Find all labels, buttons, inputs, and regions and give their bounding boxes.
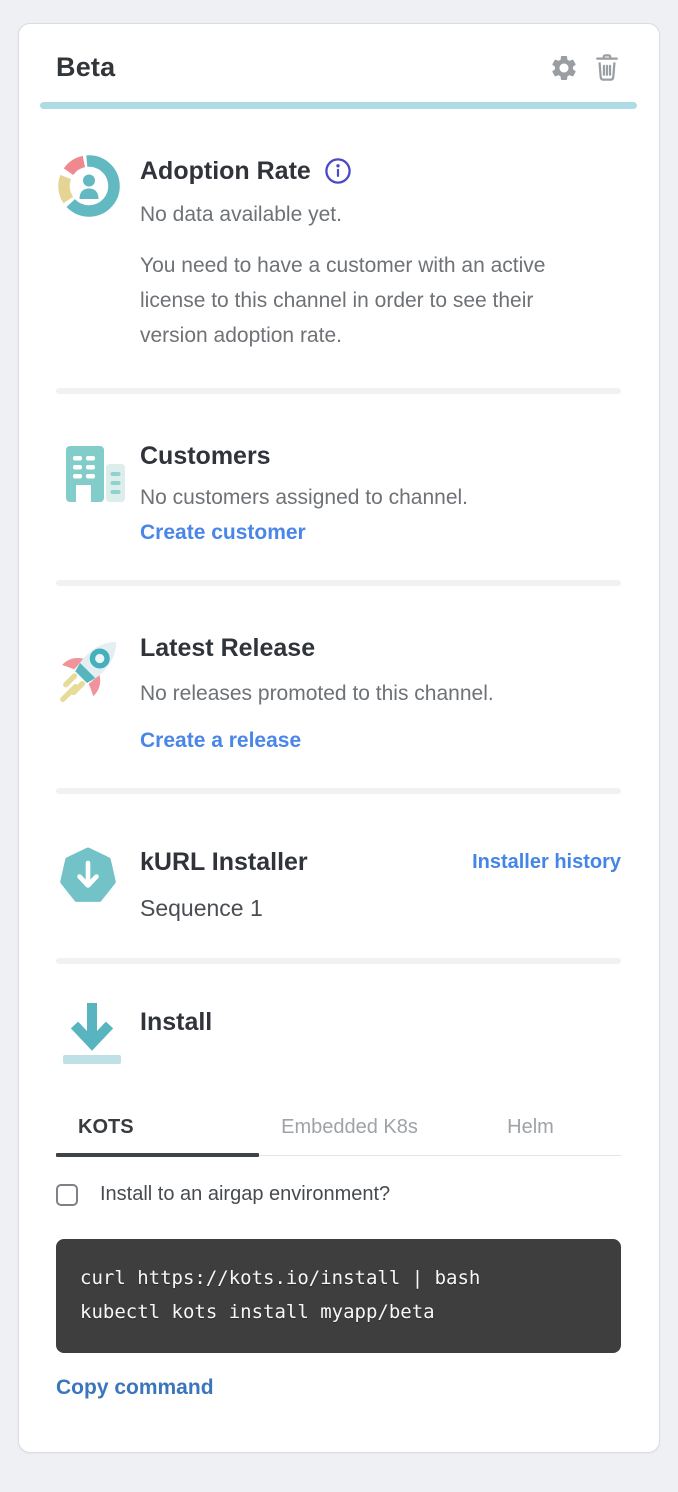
channel-settings-button[interactable] — [549, 53, 579, 83]
customers-content: Customers No customers assigned to chann… — [140, 436, 621, 545]
tab-embedded-k8s[interactable]: Embedded K8s — [259, 1110, 440, 1155]
page-background: Beta — [0, 0, 678, 1492]
section-customers: Customers No customers assigned to chann… — [56, 436, 621, 545]
adoption-empty-message: You need to have a customer with an acti… — [140, 248, 572, 353]
section-adoption-rate: Adoption Rate No data available yet. You… — [56, 151, 621, 353]
section-install: Install — [56, 995, 621, 1082]
install-content: Install — [140, 995, 621, 1082]
adoption-rate-title: Adoption Rate — [140, 156, 311, 186]
section-divider — [56, 580, 621, 586]
airgap-label: Install to an airgap environment? — [100, 1183, 390, 1206]
install-tabs: KOTS Embedded K8s Helm — [56, 1110, 621, 1156]
section-divider — [56, 788, 621, 794]
download-arrow-icon — [56, 995, 140, 1082]
copy-command-link[interactable]: Copy command — [56, 1376, 214, 1400]
section-divider — [56, 958, 621, 964]
adoption-rate-content: Adoption Rate No data available yet. You… — [140, 151, 621, 353]
customers-empty-message: No customers assigned to channel. — [140, 483, 621, 513]
section-latest-release: Latest Release No releases promoted to t… — [56, 628, 621, 753]
section-divider — [56, 388, 621, 394]
channel-card-header: Beta — [56, 52, 621, 83]
kurl-installer-content: kURL Installer Installer history Sequenc… — [140, 842, 621, 923]
installer-history-link[interactable]: Installer history — [472, 851, 621, 874]
heptagon-download-icon — [56, 842, 140, 923]
airgap-checkbox[interactable] — [56, 1184, 78, 1206]
tab-helm[interactable]: Helm — [440, 1110, 621, 1155]
gear-icon — [549, 71, 579, 86]
donut-avatar-icon — [56, 151, 140, 353]
create-release-link[interactable]: Create a release — [140, 729, 301, 753]
trash-icon — [593, 71, 621, 86]
tab-kots[interactable]: KOTS — [56, 1110, 259, 1155]
channel-delete-button[interactable] — [593, 52, 621, 83]
channel-accent-bar — [40, 102, 637, 109]
command-line-1: curl https://kots.io/install | bash — [80, 1261, 597, 1295]
buildings-icon — [56, 436, 140, 545]
command-line-2: kubectl kots install myapp/beta — [80, 1295, 597, 1329]
create-customer-link[interactable]: Create customer — [140, 521, 306, 545]
latest-release-empty-message: No releases promoted to this channel. — [140, 679, 621, 709]
latest-release-content: Latest Release No releases promoted to t… — [140, 628, 621, 753]
section-kurl-installer: kURL Installer Installer history Sequenc… — [56, 842, 621, 923]
kurl-installer-title: kURL Installer — [140, 847, 308, 877]
install-title: Install — [140, 1007, 621, 1037]
info-circle-icon[interactable] — [324, 157, 352, 185]
header-actions — [549, 52, 621, 83]
adoption-empty-title: No data available yet. — [140, 200, 621, 230]
latest-release-title: Latest Release — [140, 633, 621, 663]
customers-title: Customers — [140, 441, 621, 471]
airgap-row: Install to an airgap environment? — [56, 1183, 621, 1206]
rocket-icon — [56, 628, 140, 753]
install-command-block: curl https://kots.io/install | bash kube… — [56, 1239, 621, 1353]
channel-name: Beta — [56, 52, 115, 83]
installer-sequence: Sequence 1 — [140, 893, 621, 923]
channel-card: Beta — [18, 23, 660, 1453]
